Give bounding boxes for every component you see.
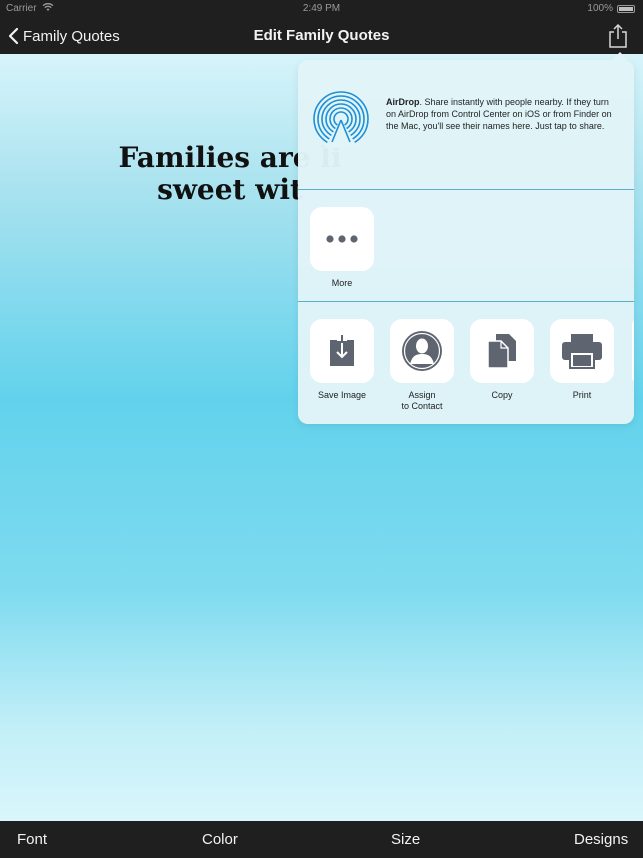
share-sheet-popover: AirDrop. Share instantly with people nea… bbox=[298, 52, 634, 424]
save-image-button[interactable]: Save Image bbox=[302, 319, 382, 401]
size-button[interactable]: Size bbox=[391, 831, 420, 848]
save-image-label: Save Image bbox=[317, 390, 367, 400]
airdrop-body: . Share instantly with people nearby. If… bbox=[386, 97, 612, 131]
print-icon bbox=[562, 334, 602, 369]
share-button[interactable] bbox=[607, 23, 629, 49]
more-button[interactable]: More bbox=[302, 207, 382, 289]
share-actions-section: Save Image Assign to Contact Copy Print bbox=[298, 303, 634, 424]
bottom-toolbar: Font Color Size Designs bbox=[0, 821, 643, 858]
battery-icon bbox=[617, 5, 635, 13]
copy-icon bbox=[487, 334, 516, 369]
copy-label: Copy bbox=[491, 390, 513, 400]
status-bar: Carrier 2:49 PM 100% bbox=[0, 0, 643, 18]
copy-button[interactable]: Copy bbox=[462, 319, 542, 401]
navigation-bar: Family Quotes Edit Family Quotes bbox=[0, 18, 643, 54]
page-title: Edit Family Quotes bbox=[253, 27, 390, 44]
contact-icon bbox=[402, 331, 442, 371]
font-button[interactable]: Font bbox=[17, 831, 47, 848]
battery-percentage: 100% bbox=[587, 3, 613, 14]
airdrop-icon bbox=[313, 91, 369, 148]
more-label: More bbox=[331, 278, 353, 288]
more-tile bbox=[310, 207, 374, 271]
assign-to-contact-button[interactable]: Assign to Contact bbox=[382, 319, 462, 412]
print-button[interactable]: Print bbox=[542, 319, 622, 401]
airdrop-section[interactable]: AirDrop. Share instantly with people nea… bbox=[298, 60, 634, 190]
airdrop-title: AirDrop bbox=[386, 97, 420, 107]
color-button[interactable]: Color bbox=[202, 831, 238, 848]
share-icon bbox=[609, 23, 627, 48]
assign-to-contact-label: Assign to Contact bbox=[401, 390, 443, 411]
next-action-tile[interactable] bbox=[632, 319, 634, 383]
status-time: 2:49 PM bbox=[302, 3, 341, 14]
save-image-tile bbox=[310, 319, 374, 383]
print-tile bbox=[550, 319, 614, 383]
save-image-icon bbox=[330, 335, 354, 366]
more-dots-icon bbox=[326, 235, 358, 243]
assign-to-contact-tile bbox=[390, 319, 454, 383]
print-label: Print bbox=[572, 390, 592, 400]
share-apps-section: More bbox=[298, 191, 634, 302]
airdrop-description: AirDrop. Share instantly with people nea… bbox=[386, 96, 618, 132]
designs-button[interactable]: Designs bbox=[574, 831, 628, 848]
copy-tile bbox=[470, 319, 534, 383]
